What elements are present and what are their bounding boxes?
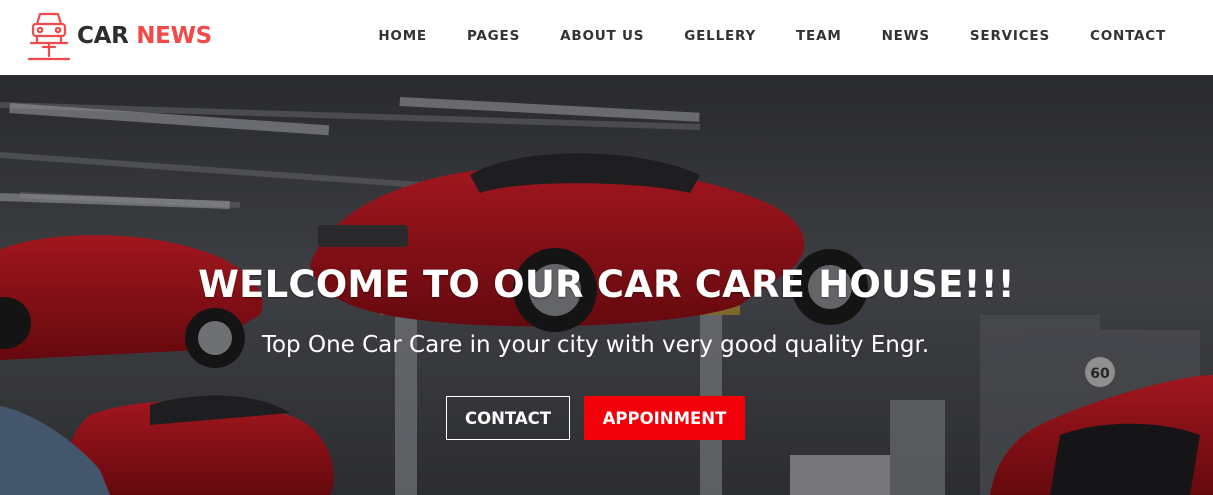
contact-button[interactable]: CONTACT — [446, 396, 570, 440]
nav-gallery[interactable]: GELLERY — [684, 28, 756, 44]
nav-contact[interactable]: CONTACT — [1090, 28, 1166, 44]
nav-home[interactable]: HOME — [378, 28, 427, 44]
hero-banner: 60 WELCOME TO OUR CAR CARE HOUSE!!! Top … — [0, 75, 1213, 495]
car-lift-icon — [27, 12, 71, 61]
hero-title: WELCOME TO OUR CAR CARE HOUSE!!! — [198, 263, 1015, 306]
appointment-button[interactable]: APPOINMENT — [584, 396, 745, 440]
site-header: CAR NEWS HOME PAGES ABOUT US GELLERY TEA… — [0, 0, 1213, 75]
nav-news[interactable]: NEWS — [882, 28, 930, 44]
brand-name: CAR NEWS — [77, 23, 212, 49]
brand-word-car: CAR — [77, 23, 129, 49]
brand-word-news: NEWS — [136, 23, 212, 49]
hero-subtitle: Top One Car Care in your city with very … — [261, 332, 930, 358]
nav-services[interactable]: SERVICES — [970, 28, 1050, 44]
nav-about-us[interactable]: ABOUT US — [560, 28, 644, 44]
site-logo[interactable]: CAR NEWS — [25, 10, 212, 62]
main-nav: HOME PAGES ABOUT US GELLERY TEAM NEWS SE… — [378, 0, 1166, 72]
nav-team[interactable]: TEAM — [796, 28, 842, 44]
nav-pages[interactable]: PAGES — [467, 28, 520, 44]
